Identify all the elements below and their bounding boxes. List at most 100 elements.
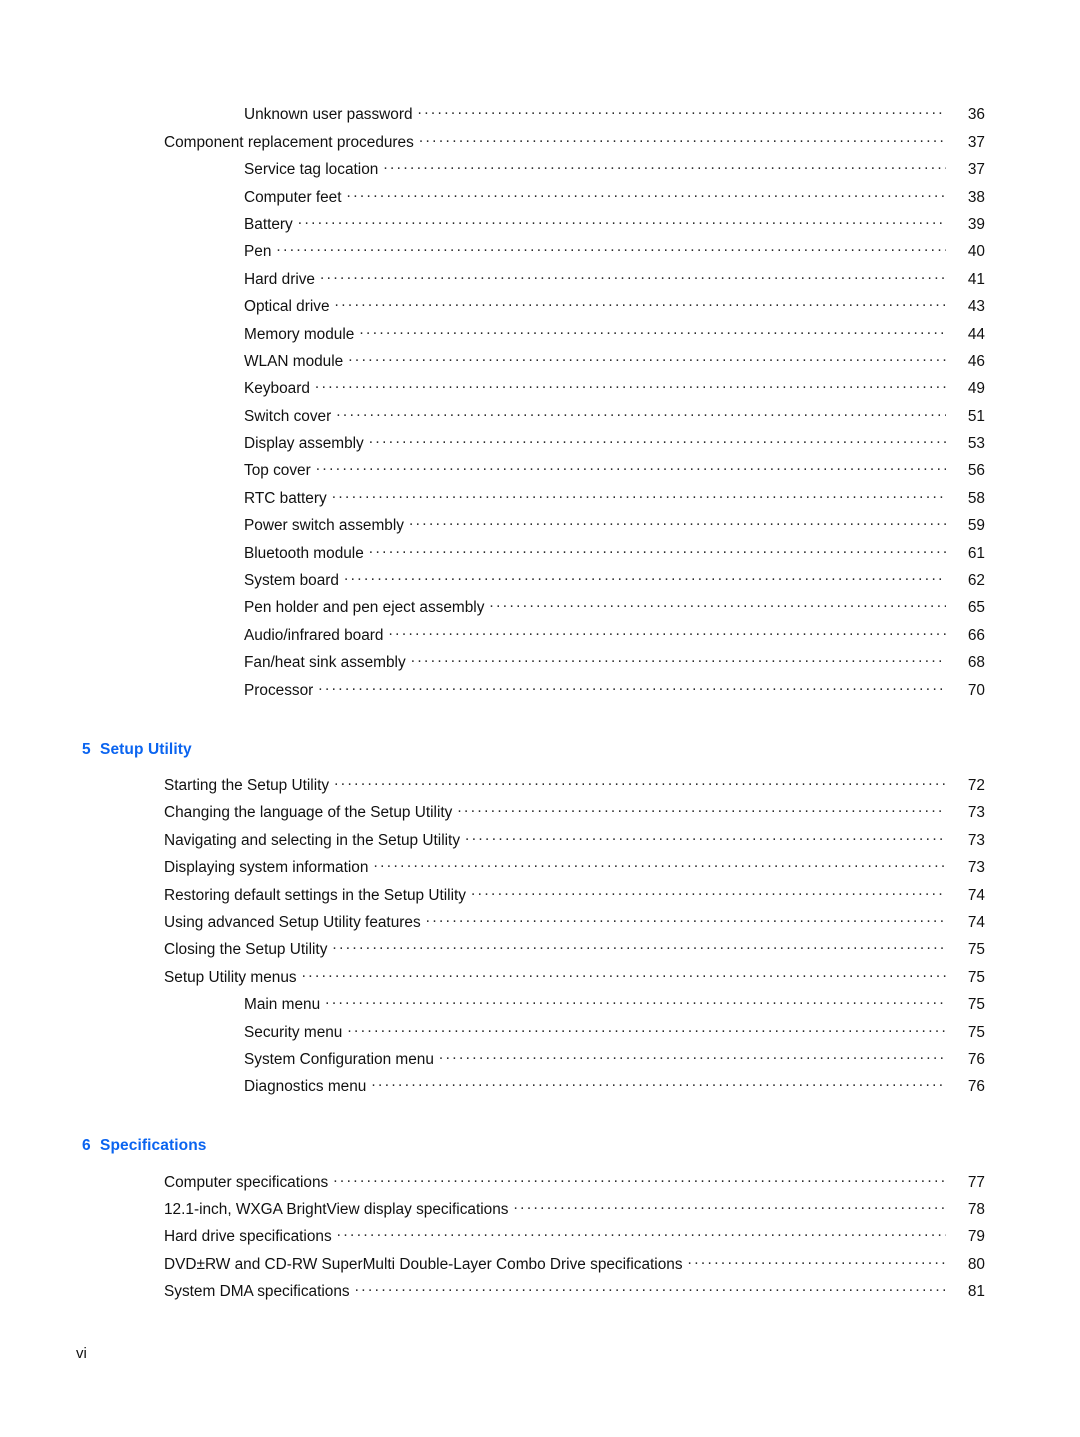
toc-entry[interactable]: Battery 39 bbox=[0, 214, 985, 241]
toc-entry-label: System board bbox=[244, 572, 339, 590]
toc-entry[interactable]: Restoring default settings in the Setup … bbox=[0, 884, 985, 911]
toc-entry-label: Displaying system information bbox=[164, 859, 369, 877]
toc-entry-page-number: 76 bbox=[967, 1078, 985, 1096]
toc-entry-page-number: 74 bbox=[967, 886, 985, 904]
toc-entry-label: Hard drive specifications bbox=[164, 1228, 332, 1246]
toc-entry[interactable]: Bluetooth module 61 bbox=[0, 542, 985, 569]
toc-entry-page-number: 56 bbox=[967, 462, 985, 480]
toc-entry[interactable]: Hard drive 41 bbox=[0, 268, 985, 295]
toc-entry[interactable]: Security menu 75 bbox=[0, 1021, 985, 1048]
toc-entry-page-number: 79 bbox=[967, 1228, 985, 1246]
dot-leader bbox=[373, 857, 946, 872]
toc-entry[interactable]: Computer specifications 77 bbox=[0, 1171, 985, 1198]
toc-entry[interactable]: Hard drive specifications 79 bbox=[0, 1226, 985, 1253]
dot-leader bbox=[333, 1171, 946, 1186]
toc-entry-label: WLAN module bbox=[244, 352, 344, 370]
toc-entry-label: Main menu bbox=[244, 996, 321, 1014]
toc-entry[interactable]: Diagnostics menu 76 bbox=[0, 1076, 985, 1103]
toc-chapter-heading[interactable]: 6 Specifications bbox=[82, 1137, 985, 1155]
toc-entry[interactable]: DVD±RW and CD-RW SuperMulti Double-Layer… bbox=[0, 1253, 985, 1280]
toc-entry[interactable]: Audio/infrared board 66 bbox=[0, 624, 985, 651]
dot-leader bbox=[369, 433, 946, 448]
toc-entry-label: Display assembly bbox=[244, 435, 364, 453]
toc-entry-label: Hard drive bbox=[244, 270, 315, 288]
toc-entry-page-number: 73 bbox=[967, 804, 985, 822]
toc-entry[interactable]: Pen 40 bbox=[0, 241, 985, 268]
toc-entry[interactable]: Keyboard 49 bbox=[0, 378, 985, 405]
toc-entry[interactable]: Service tag location 37 bbox=[0, 159, 985, 186]
toc-entry-page-number: 37 bbox=[967, 133, 985, 151]
dot-leader bbox=[320, 268, 946, 283]
chapter-number: 5 bbox=[82, 740, 91, 758]
dot-leader bbox=[383, 159, 946, 174]
dot-leader bbox=[471, 884, 946, 899]
toc-entry[interactable]: Fan/heat sink assembly 68 bbox=[0, 652, 985, 679]
toc-entry-label: Component replacement procedures bbox=[164, 133, 414, 151]
toc-entry[interactable]: Displaying system information 73 bbox=[0, 857, 985, 884]
toc-entry[interactable]: 12.1-inch, WXGA BrightView display speci… bbox=[0, 1199, 985, 1226]
toc-entry-page-number: 51 bbox=[967, 407, 985, 425]
toc-entry[interactable]: Optical drive 43 bbox=[0, 296, 985, 323]
toc-entry-label: Security menu bbox=[244, 1023, 343, 1041]
toc-entry-page-number: 37 bbox=[967, 161, 985, 179]
toc-entry[interactable]: Memory module 44 bbox=[0, 323, 985, 350]
toc-entry-label: Unknown user password bbox=[244, 106, 413, 124]
toc-entry[interactable]: Pen holder and pen eject assembly 65 bbox=[0, 597, 985, 624]
toc-entry-label: Pen bbox=[244, 243, 272, 261]
toc-entry[interactable]: System Configuration menu 76 bbox=[0, 1049, 985, 1076]
toc-entry[interactable]: System DMA specifications 81 bbox=[0, 1281, 985, 1308]
toc-entry[interactable]: Changing the language of the Setup Utili… bbox=[0, 802, 985, 829]
toc-entry-page-number: 39 bbox=[967, 215, 985, 233]
table-of-contents: Unknown user password 36 Component replace… bbox=[0, 104, 1080, 1308]
dot-leader bbox=[347, 186, 946, 201]
toc-entry[interactable]: Closing the Setup Utility 75 bbox=[0, 939, 985, 966]
toc-entry-page-number: 66 bbox=[967, 626, 985, 644]
toc-entry[interactable]: Starting the Setup Utility 72 bbox=[0, 775, 985, 802]
dot-leader bbox=[276, 241, 946, 256]
dot-leader bbox=[298, 214, 946, 229]
toc-entry[interactable]: Main menu 75 bbox=[0, 994, 985, 1021]
toc-entry-page-number: 75 bbox=[967, 996, 985, 1014]
toc-entry[interactable]: Switch cover 51 bbox=[0, 405, 985, 432]
dot-leader bbox=[348, 351, 946, 366]
toc-entry-page-number: 76 bbox=[967, 1050, 985, 1068]
dot-leader bbox=[315, 378, 946, 393]
dot-leader bbox=[419, 131, 946, 146]
toc-entry-label: Fan/heat sink assembly bbox=[244, 654, 406, 672]
toc-entry-label: Battery bbox=[244, 215, 293, 233]
toc-entry[interactable]: Navigating and selecting in the Setup Ut… bbox=[0, 829, 985, 856]
dot-leader bbox=[369, 542, 946, 557]
toc-entry-label: Navigating and selecting in the Setup Ut… bbox=[164, 831, 461, 849]
toc-entry[interactable]: WLAN module 46 bbox=[0, 351, 985, 378]
toc-entry[interactable]: Setup Utility menus 75 bbox=[0, 966, 985, 993]
toc-entry-page-number: 75 bbox=[967, 1023, 985, 1041]
toc-entry-label: Changing the language of the Setup Utili… bbox=[164, 804, 453, 822]
toc-entry-page-number: 78 bbox=[967, 1201, 985, 1219]
toc-entry[interactable]: Using advanced Setup Utility features 74 bbox=[0, 912, 985, 939]
toc-entry[interactable]: Display assembly 53 bbox=[0, 433, 985, 460]
toc-entry[interactable]: Power switch assembly 59 bbox=[0, 515, 985, 542]
dot-leader bbox=[355, 1281, 946, 1296]
toc-entry-label: Power switch assembly bbox=[244, 517, 404, 535]
dot-leader bbox=[359, 323, 946, 338]
toc-entry[interactable]: Unknown user password 36 bbox=[0, 104, 985, 131]
dot-leader bbox=[489, 597, 946, 612]
toc-entry-page-number: 68 bbox=[967, 654, 985, 672]
dot-leader bbox=[457, 802, 946, 817]
toc-entry-page-number: 70 bbox=[967, 681, 985, 699]
toc-entry[interactable]: Processor 70 bbox=[0, 679, 985, 706]
dot-leader bbox=[344, 570, 946, 585]
toc-chapter-heading[interactable]: 5 Setup Utility bbox=[82, 741, 985, 759]
toc-entry-page-number: 72 bbox=[967, 776, 985, 794]
toc-entry[interactable]: Computer feet 38 bbox=[0, 186, 985, 213]
toc-entry[interactable]: Component replacement procedures 37 bbox=[0, 131, 985, 158]
toc-entry[interactable]: System board 62 bbox=[0, 570, 985, 597]
dot-leader bbox=[332, 939, 946, 954]
toc-entry-label: RTC battery bbox=[244, 489, 327, 507]
toc-block: 5 Setup Utility Starting the Setup Utility… bbox=[0, 707, 985, 1104]
toc-entry[interactable]: RTC battery 58 bbox=[0, 487, 985, 514]
toc-entry[interactable]: Top cover 56 bbox=[0, 460, 985, 487]
dot-leader bbox=[334, 775, 946, 790]
dot-leader bbox=[332, 487, 946, 502]
